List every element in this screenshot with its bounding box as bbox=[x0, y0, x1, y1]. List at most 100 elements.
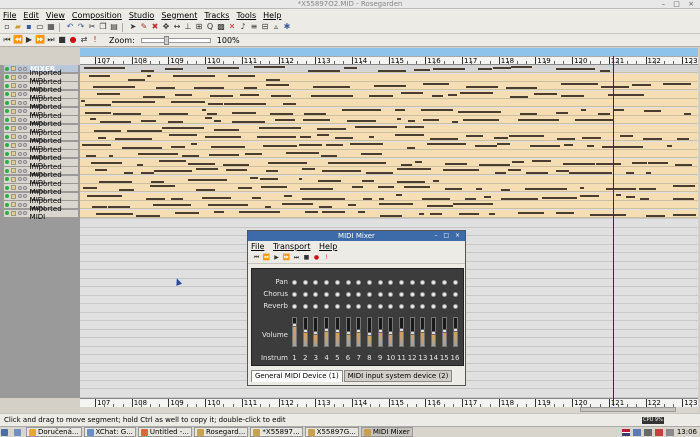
track-segment[interactable] bbox=[80, 73, 698, 82]
tab-midi-input-system-device[interactable]: MIDI input system device (2) bbox=[343, 370, 453, 382]
volume-fader[interactable] bbox=[313, 317, 319, 347]
record-arm-toggle-icon[interactable] bbox=[17, 100, 22, 105]
record-arm-toggle-icon[interactable] bbox=[18, 66, 22, 71]
reverb-knob[interactable] bbox=[292, 304, 297, 309]
menu-view[interactable]: View bbox=[46, 11, 65, 20]
mute-toggle-icon[interactable] bbox=[10, 125, 16, 131]
solo-toggle-icon[interactable] bbox=[22, 100, 27, 105]
volume-fader-thumb[interactable] bbox=[356, 329, 362, 334]
solo-toggle-icon[interactable] bbox=[22, 202, 27, 207]
taskbar-item[interactable]: Untitled -... bbox=[137, 427, 192, 437]
play-icon[interactable]: ▶ bbox=[24, 35, 34, 45]
track-segment[interactable] bbox=[80, 201, 698, 209]
record-arm-toggle-icon[interactable] bbox=[17, 168, 22, 173]
pan-knob[interactable] bbox=[313, 280, 319, 285]
chorus-knob[interactable] bbox=[409, 292, 415, 297]
track-segment[interactable] bbox=[80, 184, 698, 192]
undo-icon[interactable]: ↶ bbox=[65, 22, 75, 32]
volume-fader-thumb[interactable] bbox=[399, 328, 404, 332]
bar-ruler-bottom[interactable]: 107 108 109 110 111 112 113 114 115 116 117 118 119 1… bbox=[80, 398, 698, 407]
mute-toggle-icon[interactable] bbox=[10, 159, 16, 165]
volume-fader[interactable] bbox=[399, 317, 404, 347]
event-list-icon[interactable]: ≡ bbox=[249, 22, 259, 32]
record-arm-toggle-icon[interactable] bbox=[17, 143, 22, 147]
reverb-knob[interactable] bbox=[452, 304, 458, 309]
track-segment[interactable] bbox=[80, 192, 698, 201]
record-arm-toggle-icon[interactable] bbox=[17, 160, 22, 164]
chorus-knob[interactable] bbox=[292, 292, 297, 297]
pan-knob[interactable] bbox=[345, 280, 351, 285]
menu-file[interactable]: File bbox=[3, 11, 16, 20]
menu-segment[interactable]: Segment bbox=[161, 11, 197, 20]
reverb-knob[interactable] bbox=[313, 304, 319, 309]
taskbar-item[interactable]: Rosegard... bbox=[194, 427, 249, 437]
solo-toggle-icon[interactable] bbox=[22, 126, 27, 130]
reverb-knob[interactable] bbox=[345, 304, 351, 309]
track-segment[interactable] bbox=[80, 150, 698, 158]
mixer-panic-icon[interactable]: ! bbox=[322, 253, 331, 263]
menu-tracks[interactable]: Tracks bbox=[204, 11, 229, 20]
volume-fader-thumb[interactable] bbox=[334, 329, 340, 334]
volume-fader-thumb[interactable] bbox=[388, 330, 394, 335]
pan-knob[interactable] bbox=[356, 280, 362, 285]
volume-fader-thumb[interactable] bbox=[313, 330, 319, 335]
chorus-knob[interactable] bbox=[302, 292, 308, 297]
volume-fader[interactable] bbox=[292, 317, 297, 347]
reverb-knob[interactable] bbox=[399, 304, 404, 309]
battery-icon[interactable] bbox=[654, 428, 663, 436]
track-segment[interactable] bbox=[80, 107, 698, 116]
cut-icon[interactable]: ✂ bbox=[87, 22, 97, 32]
record-arm-toggle-icon[interactable] bbox=[17, 211, 22, 215]
pan-knob[interactable] bbox=[409, 280, 415, 285]
pan-knob[interactable] bbox=[388, 280, 394, 285]
chorus-knob[interactable] bbox=[441, 292, 447, 297]
track-segment[interactable] bbox=[80, 99, 698, 107]
pan-knob[interactable] bbox=[302, 280, 308, 285]
mute-toggle-icon[interactable] bbox=[10, 117, 16, 122]
solo-toggle-icon[interactable] bbox=[22, 134, 27, 139]
volume-fader-thumb[interactable] bbox=[324, 328, 330, 332]
rewind-to-start-icon[interactable]: ⏮ bbox=[2, 35, 12, 45]
clipboard-icon[interactable] bbox=[665, 428, 674, 436]
mute-toggle-icon[interactable] bbox=[10, 134, 16, 139]
loop-range-strip[interactable] bbox=[80, 48, 698, 56]
volume-fader[interactable] bbox=[388, 317, 394, 347]
track-segment[interactable] bbox=[80, 167, 698, 175]
track-segment[interactable] bbox=[80, 158, 698, 167]
track-header[interactable]: Imported MIDI bbox=[4, 205, 78, 221]
chorus-knob[interactable] bbox=[399, 292, 404, 297]
track-segment[interactable] bbox=[80, 90, 698, 99]
midi-mixer-window-controls[interactable]: – □ × bbox=[434, 231, 462, 241]
chorus-knob[interactable] bbox=[388, 292, 394, 297]
volume-fader[interactable] bbox=[356, 317, 362, 347]
reverb-knob[interactable] bbox=[356, 304, 362, 309]
volume-fader-thumb[interactable] bbox=[345, 330, 351, 335]
volume-fader-thumb[interactable] bbox=[441, 329, 447, 334]
volume-fader-thumb[interactable] bbox=[302, 329, 308, 334]
split-tool-icon[interactable]: ⊥ bbox=[183, 22, 193, 32]
chorus-knob[interactable] bbox=[431, 292, 437, 297]
record-arm-toggle-icon[interactable] bbox=[17, 126, 22, 130]
mute-toggle-icon[interactable] bbox=[10, 108, 16, 114]
reverb-knob[interactable] bbox=[377, 304, 383, 309]
record-arm-toggle-icon[interactable] bbox=[17, 185, 22, 190]
delete-icon[interactable]: ✕ bbox=[227, 22, 237, 32]
reverb-knob[interactable] bbox=[420, 304, 426, 309]
mixer-play-icon[interactable]: ▶ bbox=[272, 253, 281, 263]
record-arm-toggle-icon[interactable] bbox=[17, 151, 22, 156]
show-desktop-button[interactable] bbox=[13, 427, 24, 437]
record-arm-toggle-icon[interactable] bbox=[17, 117, 22, 122]
track-segment[interactable] bbox=[80, 82, 698, 90]
volume-fader[interactable] bbox=[302, 317, 308, 347]
redo-icon[interactable]: ↷ bbox=[76, 22, 86, 32]
midi-mixer-titlebar[interactable]: MIDI Mixer – □ × bbox=[248, 231, 465, 241]
track-segment[interactable] bbox=[80, 65, 698, 73]
mixer-rewind-icon[interactable]: ⏪ bbox=[262, 253, 271, 263]
chorus-knob[interactable] bbox=[334, 292, 340, 297]
solo-toggle-icon[interactable] bbox=[22, 83, 27, 88]
taskbar-item[interactable]: XChat: G... bbox=[83, 427, 136, 437]
mute-toggle-icon[interactable] bbox=[10, 185, 16, 190]
loop-icon[interactable]: ⇄ bbox=[79, 35, 89, 45]
menu-studio[interactable]: Studio bbox=[129, 11, 154, 20]
solo-toggle-icon[interactable] bbox=[22, 151, 27, 156]
